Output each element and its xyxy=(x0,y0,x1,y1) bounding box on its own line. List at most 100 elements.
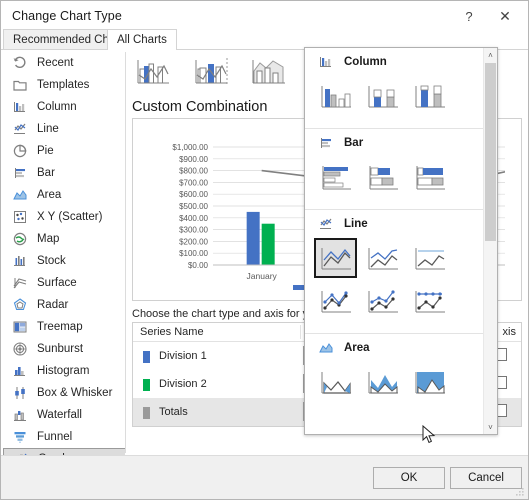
dropdown-section-grid xyxy=(305,362,483,414)
sidebar-item-sunburst[interactable]: Sunburst xyxy=(3,338,125,360)
box-whisker-chart-icon xyxy=(11,385,28,401)
line-chart-icon xyxy=(11,121,28,137)
sidebar-item-treemap[interactable]: Treemap xyxy=(3,316,125,338)
sidebar-item-label: Pie xyxy=(37,145,54,157)
sidebar-item-map[interactable]: Map xyxy=(3,228,125,250)
dialog-title: Change Chart Type xyxy=(12,9,122,23)
stacked-line-with-markers-icon[interactable] xyxy=(361,281,404,321)
clustered-column-line-icon[interactable] xyxy=(131,52,174,92)
100-stacked-area-icon[interactable] xyxy=(408,362,451,402)
sidebar-item-label: Funnel xyxy=(37,431,73,443)
dropdown-section-label: Area xyxy=(344,342,370,354)
100-stacked-bar-icon[interactable] xyxy=(408,157,451,197)
cancel-button[interactable]: Cancel xyxy=(450,467,522,489)
sidebar-item-label: Treemap xyxy=(37,321,83,333)
chart-type-dropdown-panel[interactable]: Column Bar Line Area ˄ ˅ xyxy=(304,47,498,435)
dropdown-scroll-area[interactable]: Column Bar Line Area xyxy=(305,48,483,434)
dropdown-scrollbar[interactable]: ˄ ˅ xyxy=(483,48,497,434)
area-chart-icon xyxy=(316,339,336,357)
dropdown-section-grid xyxy=(305,238,483,333)
sidebar-item-label: Waterfall xyxy=(37,409,82,421)
scrollbar-thumb[interactable] xyxy=(485,63,496,241)
area-icon[interactable] xyxy=(314,362,357,402)
change-chart-type-dialog: Change Chart Type ? ✕ Recommended Charts… xyxy=(0,0,529,500)
dropdown-section-area: Area xyxy=(305,334,483,414)
sidebar-item-column[interactable]: Column xyxy=(3,96,125,118)
dropdown-section-grid xyxy=(305,157,483,209)
sidebar-item-label: Map xyxy=(37,233,60,245)
stacked-line-icon[interactable] xyxy=(361,238,404,278)
sidebar-item-label: Histogram xyxy=(37,365,90,377)
sidebar-item-radar[interactable]: Radar xyxy=(3,294,125,316)
scroll-up-arrow-icon[interactable]: ˄ xyxy=(484,48,497,62)
pie-chart-icon xyxy=(11,143,28,159)
sidebar-item-waterfall[interactable]: Waterfall xyxy=(3,404,125,426)
recent-icon xyxy=(11,55,28,71)
resize-grip-icon[interactable] xyxy=(515,487,525,497)
svg-text:$1,000.00: $1,000.00 xyxy=(172,143,208,152)
sidebar-item-bar[interactable]: Bar xyxy=(3,162,125,184)
help-icon[interactable]: ? xyxy=(454,4,484,28)
sidebar-item-label: Surface xyxy=(37,277,77,289)
dropdown-section-line: Line xyxy=(305,210,483,334)
sidebar-item-stock[interactable]: Stock xyxy=(3,250,125,272)
sidebar-item-label: Area xyxy=(37,189,62,201)
sidebar-item-label: Stock xyxy=(37,255,66,267)
ok-button[interactable]: OK xyxy=(373,467,445,489)
sidebar-item-label: Column xyxy=(37,101,77,113)
templates-icon xyxy=(11,77,28,93)
funnel-chart-icon xyxy=(11,429,28,445)
sidebar-item-pie[interactable]: Pie xyxy=(3,140,125,162)
svg-text:$800.00: $800.00 xyxy=(179,167,208,176)
title-bar: Change Chart Type ? ✕ xyxy=(1,1,528,30)
dropdown-section-bar: Bar xyxy=(305,129,483,210)
sidebar-item-surface[interactable]: Surface xyxy=(3,272,125,294)
series-name-label: Division 2 xyxy=(159,378,207,390)
svg-text:January: January xyxy=(247,271,278,281)
dropdown-section-label: Column xyxy=(344,56,387,68)
sidebar-item-label: Sunburst xyxy=(37,343,84,355)
line-chart-icon xyxy=(316,215,336,233)
stacked-bar-icon[interactable] xyxy=(361,157,404,197)
line-with-markers-icon[interactable] xyxy=(314,281,357,321)
sidebar-item-x-y-scatter[interactable]: X Y (Scatter) xyxy=(3,206,125,228)
dropdown-section-column: Column xyxy=(305,48,483,129)
100-stacked-line-with-markers-icon[interactable] xyxy=(408,281,451,321)
dropdown-section-label: Bar xyxy=(344,137,364,149)
svg-text:$900.00: $900.00 xyxy=(179,155,208,164)
clustered-bar-icon[interactable] xyxy=(314,157,357,197)
stacked-area-clustered-column-icon[interactable] xyxy=(247,52,290,92)
bar-chart-icon xyxy=(11,165,28,181)
line-icon[interactable] xyxy=(314,238,357,278)
dropdown-section-header: Column xyxy=(305,48,483,76)
clustered-column-icon[interactable] xyxy=(314,76,357,116)
stacked-area-icon[interactable] xyxy=(361,362,404,402)
tab-all-charts[interactable]: All Charts xyxy=(107,29,177,51)
series-color-swatch xyxy=(143,351,150,363)
sidebar-item-templates[interactable]: Templates xyxy=(3,74,125,96)
series-color-swatch xyxy=(143,407,150,419)
scroll-down-arrow-icon[interactable]: ˅ xyxy=(484,420,497,434)
stacked-column-icon[interactable] xyxy=(361,76,404,116)
dropdown-section-header: Line xyxy=(305,210,483,238)
svg-text:$0.00: $0.00 xyxy=(188,261,209,270)
column-chart-icon xyxy=(11,99,28,115)
dropdown-section-header: Bar xyxy=(305,129,483,157)
column-chart-icon xyxy=(316,53,336,71)
sidebar-item-box-whisker[interactable]: Box & Whisker xyxy=(3,382,125,404)
sidebar-item-histogram[interactable]: Histogram xyxy=(3,360,125,382)
sidebar-item-recent[interactable]: Recent xyxy=(3,52,125,74)
svg-text:$500.00: $500.00 xyxy=(179,202,208,211)
series-name-label: Division 1 xyxy=(159,350,207,362)
stock-chart-icon xyxy=(11,253,28,269)
chart-type-sidebar[interactable]: Recent Templates Column Line Pie Bar Area X Y (… xyxy=(3,52,126,470)
svg-text:$600.00: $600.00 xyxy=(179,190,208,199)
100-stacked-column-icon[interactable] xyxy=(408,76,451,116)
sidebar-item-funnel[interactable]: Funnel xyxy=(3,426,125,448)
close-icon[interactable]: ✕ xyxy=(490,4,520,28)
clustered-column-line-secondary-axis-icon[interactable] xyxy=(189,52,232,92)
100-stacked-line-icon[interactable] xyxy=(408,238,451,278)
sidebar-item-label: X Y (Scatter) xyxy=(37,211,103,223)
sidebar-item-line[interactable]: Line xyxy=(3,118,125,140)
sidebar-item-area[interactable]: Area xyxy=(3,184,125,206)
